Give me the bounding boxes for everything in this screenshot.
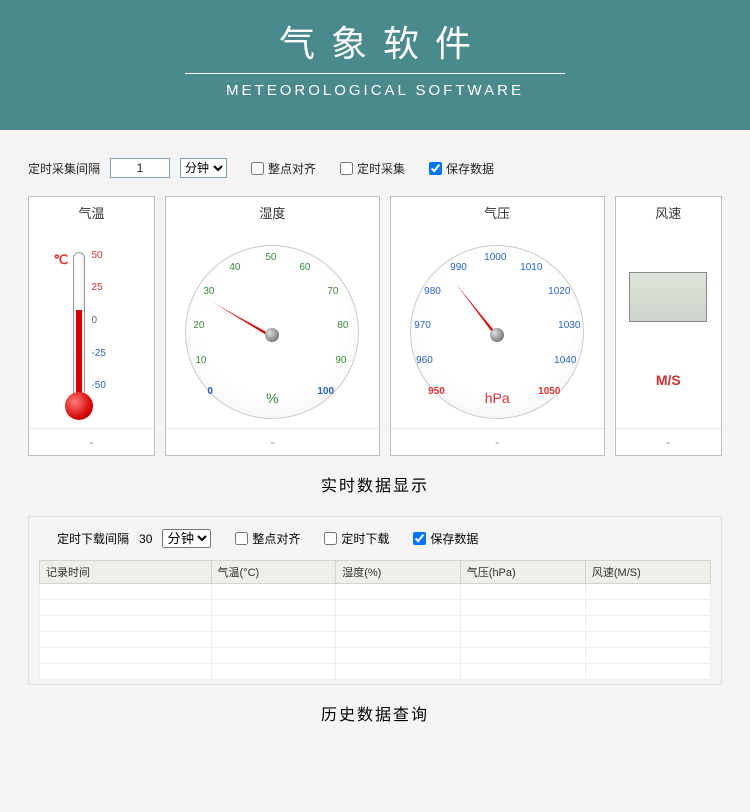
thermo-fill — [76, 310, 82, 398]
download-interval-input[interactable]: 30 — [139, 532, 152, 546]
col-wind[interactable]: 风速(M/S) — [585, 561, 710, 584]
thermo-bulb — [65, 392, 93, 420]
col-pres[interactable]: 气压(hPa) — [460, 561, 585, 584]
wind-value: - — [616, 428, 721, 455]
history-box: 定时下载间隔 30 分钟 整点对齐 定时下载 保存数据 记录时间 — [28, 516, 722, 685]
pressure-title: 气压 — [391, 197, 604, 232]
banner: 气象软件 METEOROLOGICAL SOFTWARE — [0, 0, 750, 130]
table-row — [40, 584, 711, 600]
download-checkbox[interactable] — [324, 532, 337, 545]
table-row — [40, 616, 711, 632]
col-temp[interactable]: 气温(°C) — [211, 561, 336, 584]
collect-checkbox[interactable] — [340, 162, 353, 175]
history-table: 记录时间 气温(°C) 湿度(%) 气压(hPa) 风速(M/S) — [39, 560, 711, 680]
wind-title: 风速 — [616, 197, 721, 232]
pressure-value: - — [391, 428, 604, 455]
realtime-controls: 定时采集间隔 1 分钟 整点对齐 定时采集 保存数据 — [28, 158, 722, 178]
col-time[interactable]: 记录时间 — [40, 561, 212, 584]
collect-interval-label: 定时采集间隔 — [28, 160, 100, 177]
save2-checkbox[interactable] — [413, 532, 426, 545]
humidity-gauge: 0 10 20 30 40 50 60 70 80 90 100 % — [177, 240, 367, 420]
save-checkbox[interactable] — [429, 162, 442, 175]
wind-display — [629, 272, 707, 322]
download-interval-unit-select[interactable]: 分钟 — [162, 529, 211, 548]
history-body — [40, 584, 711, 680]
humidity-panel: 湿度 0 10 20 30 40 50 60 70 80 90 100 — [165, 196, 380, 456]
download-interval-label: 定时下载间隔 — [57, 530, 129, 547]
collect-interval-unit-select[interactable]: 分钟 — [180, 158, 227, 178]
wind-panel: 风速 M/S - — [615, 196, 722, 456]
gauge-panels: 气温 ℃ 50 25 0 -25 -50 - 湿度 — [28, 196, 722, 456]
align2-checkbox-wrap[interactable]: 整点对齐 — [235, 530, 300, 547]
align-checkbox[interactable] — [251, 162, 264, 175]
banner-divider — [185, 73, 565, 74]
col-hum[interactable]: 湿度(%) — [336, 561, 461, 584]
humidity-title: 湿度 — [166, 197, 379, 232]
temperature-panel: 气温 ℃ 50 25 0 -25 -50 - — [28, 196, 155, 456]
banner-title: 气象软件 — [0, 15, 750, 67]
temperature-title: 气温 — [29, 197, 154, 232]
pressure-gauge: 950 960 970 980 990 1000 1010 1020 1030 … — [402, 240, 592, 420]
humidity-unit: % — [177, 390, 367, 406]
align-checkbox-wrap[interactable]: 整点对齐 — [251, 160, 316, 177]
table-row — [40, 664, 711, 680]
history-controls: 定时下载间隔 30 分钟 整点对齐 定时下载 保存数据 — [57, 529, 711, 548]
app-window: 定时采集间隔 1 分钟 整点对齐 定时采集 保存数据 气温 ℃ — [0, 130, 750, 755]
pressure-panel: 气压 950 960 970 980 990 1000 1010 1020 10… — [390, 196, 605, 456]
pressure-unit: hPa — [402, 390, 592, 406]
table-row — [40, 600, 711, 616]
thermometer-gauge: ℃ 50 25 0 -25 -50 — [51, 240, 131, 420]
temperature-value: - — [29, 428, 154, 455]
humidity-value: - — [166, 428, 379, 455]
align2-checkbox[interactable] — [235, 532, 248, 545]
table-row — [40, 632, 711, 648]
collect-checkbox-wrap[interactable]: 定时采集 — [340, 160, 405, 177]
save2-checkbox-wrap[interactable]: 保存数据 — [413, 530, 478, 547]
wind-unit: M/S — [656, 372, 681, 388]
download-checkbox-wrap[interactable]: 定时下载 — [324, 530, 389, 547]
collect-interval-input[interactable]: 1 — [110, 158, 170, 178]
realtime-section-title: 实时数据显示 — [28, 472, 722, 496]
banner-subtitle: METEOROLOGICAL SOFTWARE — [0, 82, 750, 99]
celsius-label: ℃ — [53, 252, 68, 268]
save-checkbox-wrap[interactable]: 保存数据 — [429, 160, 494, 177]
history-section-title: 历史数据查询 — [28, 701, 722, 725]
history-header-row: 记录时间 气温(°C) 湿度(%) 气压(hPa) 风速(M/S) — [40, 561, 711, 584]
table-row — [40, 648, 711, 664]
